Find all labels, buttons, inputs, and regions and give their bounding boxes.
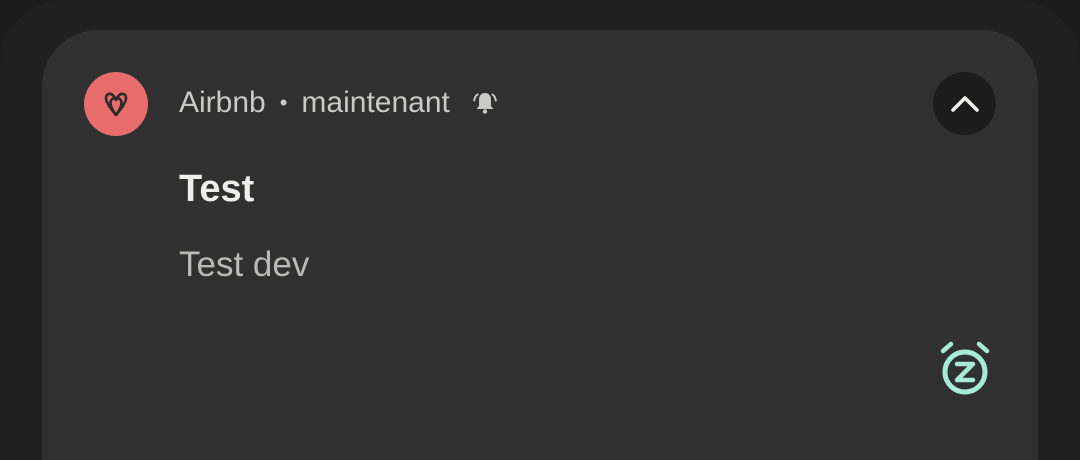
app-name: Airbnb	[179, 86, 266, 119]
notification-body: Test dev	[179, 245, 310, 284]
chevron-up-icon	[950, 95, 979, 112]
notification-header: Airbnb • maintenant	[179, 84, 500, 122]
collapse-button[interactable]	[933, 72, 996, 135]
notification-title: Test	[179, 168, 255, 210]
header-separator: •	[279, 90, 288, 115]
bell-ringing-icon	[470, 88, 500, 118]
notification-time: maintenant	[301, 86, 450, 119]
airbnb-logo-icon	[84, 72, 148, 136]
snooze-button[interactable]	[933, 336, 997, 400]
snooze-alarm-icon	[940, 341, 990, 395]
